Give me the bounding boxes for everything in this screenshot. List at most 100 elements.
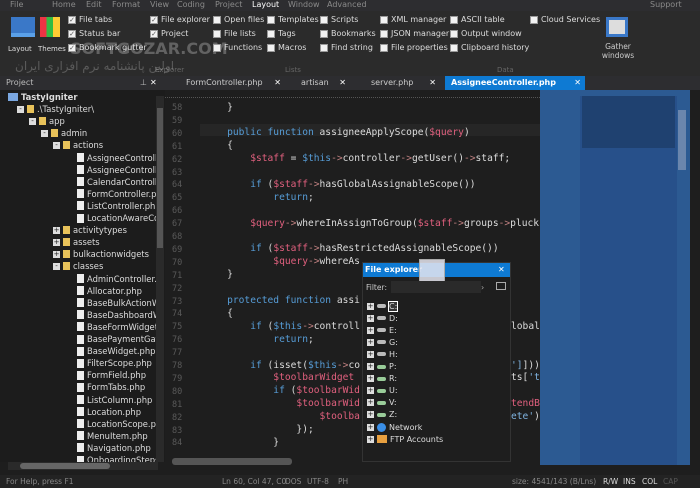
checkbox-xml-manager[interactable]: XML manager bbox=[380, 15, 446, 24]
file-explorer-item[interactable]: + D: bbox=[367, 312, 398, 324]
code-line[interactable]: public function assigneeApplyScope($quer… bbox=[204, 127, 470, 138]
tree-item[interactable]: BaseFormWidget. bbox=[77, 321, 161, 333]
pin-icon[interactable]: ⊥ bbox=[140, 76, 147, 90]
tree-item[interactable]: BasePaymentGate bbox=[77, 333, 164, 345]
checkbox-box[interactable] bbox=[530, 15, 538, 24]
checkbox-open-files[interactable]: Open files bbox=[213, 15, 264, 24]
checkbox-box[interactable] bbox=[267, 29, 275, 38]
checkbox-file-explorer[interactable]: ✓ File explorer bbox=[150, 15, 210, 24]
checkbox-box[interactable]: ✓ bbox=[150, 29, 158, 38]
close-icon[interactable]: ✕ bbox=[339, 76, 346, 90]
expand-toggle-icon[interactable]: - bbox=[29, 117, 36, 125]
close-icon[interactable]: ✕ bbox=[150, 76, 157, 90]
tree-item[interactable]: ListController.php bbox=[77, 200, 161, 212]
tree-item[interactable]: - classes bbox=[53, 260, 103, 272]
code-line[interactable]: }); bbox=[204, 424, 313, 435]
menu-item-layout[interactable]: Layout bbox=[252, 0, 279, 9]
filter-input[interactable] bbox=[391, 281, 481, 293]
support-menu[interactable]: Support bbox=[650, 0, 682, 9]
tree-item[interactable]: Allocator.php bbox=[77, 285, 142, 297]
expand-toggle-icon[interactable]: + bbox=[367, 375, 374, 383]
expand-toggle-icon[interactable]: + bbox=[53, 238, 60, 246]
checkbox-box[interactable]: ✓ bbox=[150, 15, 158, 24]
expand-toggle-icon[interactable]: - bbox=[41, 129, 48, 137]
file-explorer-item[interactable]: + V: bbox=[367, 397, 397, 409]
expand-toggle-icon[interactable]: - bbox=[17, 105, 24, 113]
checkbox-box[interactable] bbox=[320, 29, 328, 38]
tree-item[interactable]: TastyIgniter bbox=[8, 91, 78, 103]
line-ending[interactable]: DOS bbox=[285, 475, 301, 488]
close-icon[interactable]: ✕ bbox=[574, 76, 581, 90]
code-line[interactable]: } bbox=[204, 102, 233, 113]
checkbox-output-window[interactable]: Output window bbox=[450, 29, 522, 38]
expand-toggle-icon[interactable]: + bbox=[367, 326, 374, 334]
checkbox-tags[interactable]: Tags bbox=[267, 29, 296, 38]
menu-item-view[interactable]: View bbox=[150, 0, 169, 9]
expand-toggle-icon[interactable]: + bbox=[367, 363, 374, 370]
checkbox-status-bar[interactable]: ✓ Status bar bbox=[68, 29, 120, 38]
tab-artisan[interactable]: artisan ✕ bbox=[295, 76, 350, 90]
code-line[interactable]: if ($staff->hasGlobalAssignableScope()) bbox=[204, 179, 475, 190]
tree-item[interactable]: - actions bbox=[53, 139, 103, 151]
expand-toggle-icon[interactable]: + bbox=[367, 435, 374, 443]
checkbox-bookmark-gutter[interactable]: ✓ Bookmark gutter bbox=[68, 43, 147, 52]
close-icon[interactable]: ✕ bbox=[274, 76, 281, 90]
syntax-language[interactable]: PH bbox=[338, 475, 348, 488]
menu-item-edit[interactable]: Edit bbox=[86, 0, 102, 9]
file-explorer-item[interactable]: + E: bbox=[367, 324, 397, 336]
checkbox-box[interactable] bbox=[450, 29, 458, 38]
code-line[interactable]: if ($toolbarWid bbox=[204, 385, 360, 396]
menu-item-project[interactable]: Project bbox=[215, 0, 242, 9]
file-explorer-item[interactable]: + P: bbox=[367, 361, 397, 373]
code-line[interactable]: $query->whereInAssignToGroup($staff->gro… bbox=[204, 218, 574, 229]
code-line[interactable]: { bbox=[204, 308, 233, 319]
checkbox-box[interactable] bbox=[380, 43, 388, 52]
expand-toggle-icon[interactable]: + bbox=[367, 423, 374, 431]
expand-toggle-icon[interactable]: + bbox=[367, 411, 374, 419]
checkbox-box[interactable]: ✓ bbox=[68, 43, 76, 52]
menu-item-advanced[interactable]: Advanced bbox=[327, 0, 367, 9]
checkbox-project[interactable]: ✓ Project bbox=[150, 29, 188, 38]
tree-item[interactable]: + bulkactionwidgets bbox=[53, 248, 149, 260]
close-icon[interactable]: ✕ bbox=[429, 76, 436, 90]
tab-assigneecontroller-php[interactable]: AssigneeController.php ✕ bbox=[445, 76, 585, 90]
checkbox-clipboard-history[interactable]: Clipboard history bbox=[450, 43, 529, 52]
file-explorer-item[interactable]: + H: bbox=[367, 348, 398, 360]
checkbox-functions[interactable]: Functions bbox=[213, 43, 262, 52]
expand-toggle-icon[interactable]: + bbox=[53, 226, 60, 234]
checkbox-box[interactable]: ✓ bbox=[68, 29, 76, 38]
code-line[interactable]: return; bbox=[204, 334, 313, 345]
encoding[interactable]: UTF-8 bbox=[307, 475, 329, 488]
checkbox-box[interactable] bbox=[450, 15, 458, 24]
tree-item[interactable]: BaseBulkActionW bbox=[77, 297, 160, 309]
code-line[interactable]: $query->whereAs bbox=[204, 256, 360, 267]
gather-windows-button[interactable]: Gather windows bbox=[596, 15, 640, 65]
tab-formcontroller-php[interactable]: FormController.php ✕ bbox=[180, 76, 285, 90]
checkbox-templates[interactable]: Templates bbox=[267, 15, 319, 24]
checkbox-scripts[interactable]: Scripts bbox=[320, 15, 358, 24]
tree-item[interactable]: MenuItem.php bbox=[77, 430, 148, 442]
expand-toggle-icon[interactable]: + bbox=[367, 399, 374, 407]
tree-item[interactable]: CalendarControll bbox=[77, 176, 157, 188]
checkbox-find-string[interactable]: Find string bbox=[320, 43, 373, 52]
file-explorer-item[interactable]: + FTP Accounts bbox=[367, 433, 443, 445]
tree-item[interactable]: LocationScope.ph bbox=[77, 418, 161, 430]
checkbox-file-properties[interactable]: File properties bbox=[380, 43, 448, 52]
file-explorer-item[interactable]: + R: bbox=[367, 373, 397, 385]
tree-item[interactable]: - .\TastyIgniter\ bbox=[17, 103, 94, 115]
expand-toggle-icon[interactable]: + bbox=[367, 314, 374, 322]
expand-toggle-icon[interactable]: + bbox=[367, 350, 374, 358]
file-explorer-item[interactable]: + C: bbox=[367, 300, 399, 312]
themes-button[interactable]: Themes bbox=[38, 15, 68, 55]
expand-toggle-icon[interactable]: - bbox=[53, 141, 60, 149]
code-line[interactable]: protected function assi bbox=[204, 295, 360, 306]
file-explorer-item[interactable]: + Z: bbox=[367, 409, 397, 421]
checkbox-box[interactable] bbox=[320, 15, 328, 24]
folder-icon[interactable] bbox=[496, 282, 506, 290]
checkbox-file-lists[interactable]: File lists bbox=[213, 29, 256, 38]
checkbox-box[interactable] bbox=[267, 43, 275, 52]
tree-item[interactable]: - app bbox=[29, 115, 65, 127]
checkbox-box[interactable] bbox=[380, 29, 388, 38]
tree-item[interactable]: + activitytypes bbox=[53, 224, 127, 236]
code-line[interactable]: $toolbarWid bbox=[204, 398, 360, 409]
